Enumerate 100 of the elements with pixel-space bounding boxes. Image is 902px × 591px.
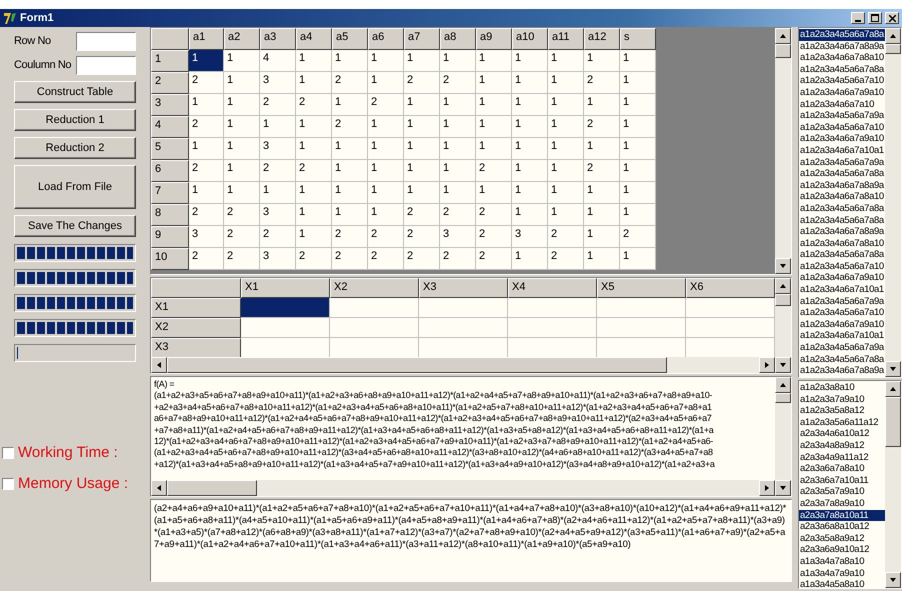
table-cell[interactable]: 1 — [404, 138, 440, 160]
table-cell[interactable]: 1 — [548, 94, 584, 116]
list-item[interactable]: a2a3a6a7a10a11 — [799, 474, 885, 486]
table-cell[interactable] — [330, 298, 419, 318]
table-cell[interactable] — [419, 298, 508, 318]
list-item[interactable]: a1a2a3a4a5a6a7a8a — [799, 29, 885, 41]
scroll-arrow-button[interactable] — [775, 480, 791, 496]
table-cell[interactable]: 2 — [189, 204, 224, 226]
list-item[interactable]: a2a3a6a9a10a12 — [799, 544, 885, 556]
checkbox[interactable] — [2, 446, 14, 458]
table-cell[interactable]: 2 — [548, 248, 584, 270]
column-header[interactable]: a2 — [224, 28, 260, 50]
table-cell[interactable]: 1 — [548, 50, 584, 72]
scroll-thumb[interactable] — [775, 393, 791, 403]
list-item[interactable]: a1a2a3a4a5a6a7a8a — [799, 64, 885, 76]
table-cell[interactable]: 2 — [224, 226, 260, 248]
table-cell[interactable]: 1 — [332, 160, 368, 182]
table-cell[interactable]: 2 — [224, 248, 260, 270]
scroll-arrow-button[interactable] — [775, 28, 791, 44]
action-button[interactable]: Reduction 2 — [14, 137, 136, 159]
list-item[interactable]: a1a2a3a4a5a6a7a8a — [799, 214, 885, 226]
table-cell[interactable]: 2 — [332, 116, 368, 138]
table-cell[interactable]: 1 — [584, 226, 620, 248]
table-cell[interactable]: 1 — [512, 50, 548, 72]
table-cell[interactable] — [686, 318, 775, 338]
list-item[interactable]: a1a3a4a7a8a10 — [799, 556, 885, 568]
table-cell[interactable]: 1 — [440, 116, 476, 138]
list-item[interactable]: a2a3a5a7a9a10 — [799, 486, 885, 498]
table-cell[interactable]: 1 — [368, 138, 404, 160]
table-cell[interactable]: 2 — [548, 226, 584, 248]
table-cell[interactable] — [419, 318, 508, 338]
table-cell[interactable]: 2 — [404, 204, 440, 226]
table-cell[interactable]: 1 — [296, 226, 332, 248]
table-cell[interactable]: 2 — [189, 116, 224, 138]
table-cell[interactable]: 1 — [224, 160, 260, 182]
table-cell[interactable]: 1 — [620, 72, 656, 94]
table-cell[interactable]: 1 — [189, 182, 224, 204]
table-cell[interactable]: 1 — [440, 50, 476, 72]
table-cell[interactable]: 1 — [512, 116, 548, 138]
table-cell[interactable]: 3 — [260, 204, 296, 226]
scroll-arrow-button[interactable] — [151, 480, 167, 496]
column-header[interactable]: X3 — [419, 278, 508, 298]
scroll-arrow-button[interactable] — [775, 258, 791, 274]
table-cell[interactable]: 1 — [476, 116, 512, 138]
row-header[interactable]: 3 — [151, 94, 189, 116]
row-header[interactable]: 5 — [151, 138, 189, 160]
table-cell[interactable]: 1 — [584, 248, 620, 270]
table-cell[interactable]: 1 — [296, 72, 332, 94]
table-cell[interactable]: 1 — [224, 94, 260, 116]
table-cell[interactable]: 2 — [368, 226, 404, 248]
list-item[interactable]: a1a2a3a4a6a7a8a9a — [799, 40, 885, 52]
input-field[interactable] — [76, 32, 136, 50]
list-item[interactable]: a1a2a3a4a6a7a10a1 — [799, 144, 885, 157]
table-cell[interactable]: 1 — [332, 182, 368, 204]
column-header[interactable]: a7 — [404, 28, 440, 50]
row-header[interactable]: 1 — [151, 50, 189, 72]
table-cell[interactable]: 1 — [368, 50, 404, 72]
table-cell[interactable] — [330, 318, 419, 338]
column-header[interactable]: X6 — [686, 278, 775, 298]
column-header[interactable]: a12 — [584, 28, 620, 50]
list-item[interactable]: a1a2a3a4a6a7a10a1 — [799, 284, 885, 296]
table-cell[interactable]: 4 — [260, 50, 296, 72]
row-header[interactable]: X1 — [151, 298, 241, 318]
table-cell[interactable]: 2 — [189, 248, 224, 270]
table-cell[interactable]: 1 — [548, 72, 584, 94]
table-cell[interactable]: 1 — [332, 138, 368, 160]
vertical-scrollbar[interactable] — [775, 377, 791, 496]
row-header[interactable]: 8 — [151, 204, 189, 226]
list-item[interactable]: a1a2a3a4a5a6a7a10 — [799, 75, 885, 87]
table-cell[interactable]: 1 — [189, 50, 224, 72]
table-cell[interactable]: 2 — [404, 226, 440, 248]
table-cell[interactable]: 1 — [404, 94, 440, 116]
table-cell[interactable] — [597, 318, 686, 338]
table-cell[interactable]: 3 — [260, 248, 296, 270]
list-item[interactable]: a1a2a3a4a6a7a8a9a — [799, 226, 885, 238]
table-cell[interactable] — [241, 298, 330, 318]
list-item[interactable]: a1a2a3a4a5a6a7a8a — [799, 249, 885, 261]
table-cell[interactable]: 2 — [368, 248, 404, 270]
table-cell[interactable]: 3 — [260, 72, 296, 94]
table-cell[interactable]: 1 — [224, 182, 260, 204]
table-cell[interactable]: 2 — [296, 94, 332, 116]
table-cell[interactable]: 1 — [260, 116, 296, 138]
table-cell[interactable]: 1 — [620, 116, 656, 138]
table-cell[interactable]: 1 — [548, 204, 584, 226]
table-cell[interactable]: 2 — [189, 160, 224, 182]
column-header[interactable]: a10 — [512, 28, 548, 50]
list-item[interactable]: a1a3a4a7a9a10 — [799, 568, 885, 580]
table-cell[interactable]: 2 — [368, 94, 404, 116]
table-cell[interactable]: 1 — [476, 138, 512, 160]
table-cell[interactable]: 1 — [440, 182, 476, 204]
scroll-thumb[interactable] — [885, 44, 901, 54]
action-button[interactable]: Construct Table — [14, 81, 136, 103]
row-header[interactable]: 6 — [151, 160, 189, 182]
table-cell[interactable]: 1 — [620, 204, 656, 226]
table-cell[interactable]: 1 — [584, 94, 620, 116]
table-cell[interactable]: 1 — [296, 50, 332, 72]
table-cell[interactable]: 2 — [404, 72, 440, 94]
list-item[interactable]: a1a2a3a4a6a7a9a10 — [799, 318, 885, 330]
table-cell[interactable]: 1 — [512, 182, 548, 204]
table-cell[interactable]: 2 — [332, 72, 368, 94]
